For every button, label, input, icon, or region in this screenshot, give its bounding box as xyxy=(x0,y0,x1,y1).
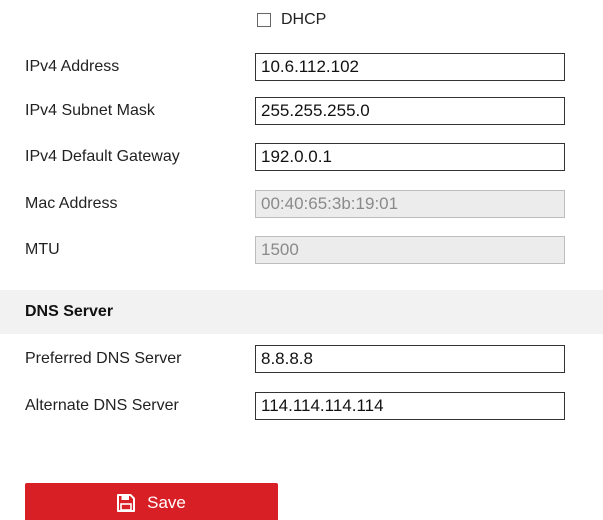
preferred-dns-input[interactable] xyxy=(255,345,565,373)
alternate-dns-input[interactable] xyxy=(255,392,565,420)
dns-server-section-header: DNS Server xyxy=(0,290,603,334)
mac-address-label: Mac Address xyxy=(25,195,118,212)
alternate-dns-label: Alternate DNS Server xyxy=(25,397,179,414)
preferred-dns-label: Preferred DNS Server xyxy=(25,350,182,367)
ipv4-subnet-mask-label: IPv4 Subnet Mask xyxy=(25,102,155,119)
ipv4-address-input[interactable] xyxy=(255,53,565,81)
mac-address-field xyxy=(255,190,565,218)
mtu-row: MTU xyxy=(0,236,603,264)
ipv4-address-row: IPv4 Address xyxy=(0,53,603,81)
dns-server-section-title: DNS Server xyxy=(25,303,114,320)
ipv4-address-label: IPv4 Address xyxy=(25,58,120,75)
ipv4-subnet-mask-row: IPv4 Subnet Mask xyxy=(0,97,603,125)
network-settings-page: DHCP IPv4 Address IPv4 Subnet Mask IPv4 … xyxy=(0,0,603,520)
preferred-dns-row: Preferred DNS Server xyxy=(0,345,603,373)
dhcp-option: DHCP xyxy=(257,8,326,32)
alternate-dns-row: Alternate DNS Server xyxy=(0,392,603,420)
ipv4-default-gateway-input[interactable] xyxy=(255,143,565,171)
mac-address-row: Mac Address xyxy=(0,190,603,218)
mtu-field xyxy=(255,236,565,264)
mtu-label: MTU xyxy=(25,241,60,258)
floppy-disk-icon xyxy=(117,494,136,512)
ipv4-subnet-mask-input[interactable] xyxy=(255,97,565,125)
ipv4-default-gateway-label: IPv4 Default Gateway xyxy=(25,148,180,165)
save-button[interactable]: Save xyxy=(25,483,278,520)
ipv4-default-gateway-row: IPv4 Default Gateway xyxy=(0,143,603,171)
dhcp-label: DHCP xyxy=(281,11,327,28)
dhcp-checkbox[interactable] xyxy=(257,13,271,27)
save-button-label: Save xyxy=(147,493,186,512)
